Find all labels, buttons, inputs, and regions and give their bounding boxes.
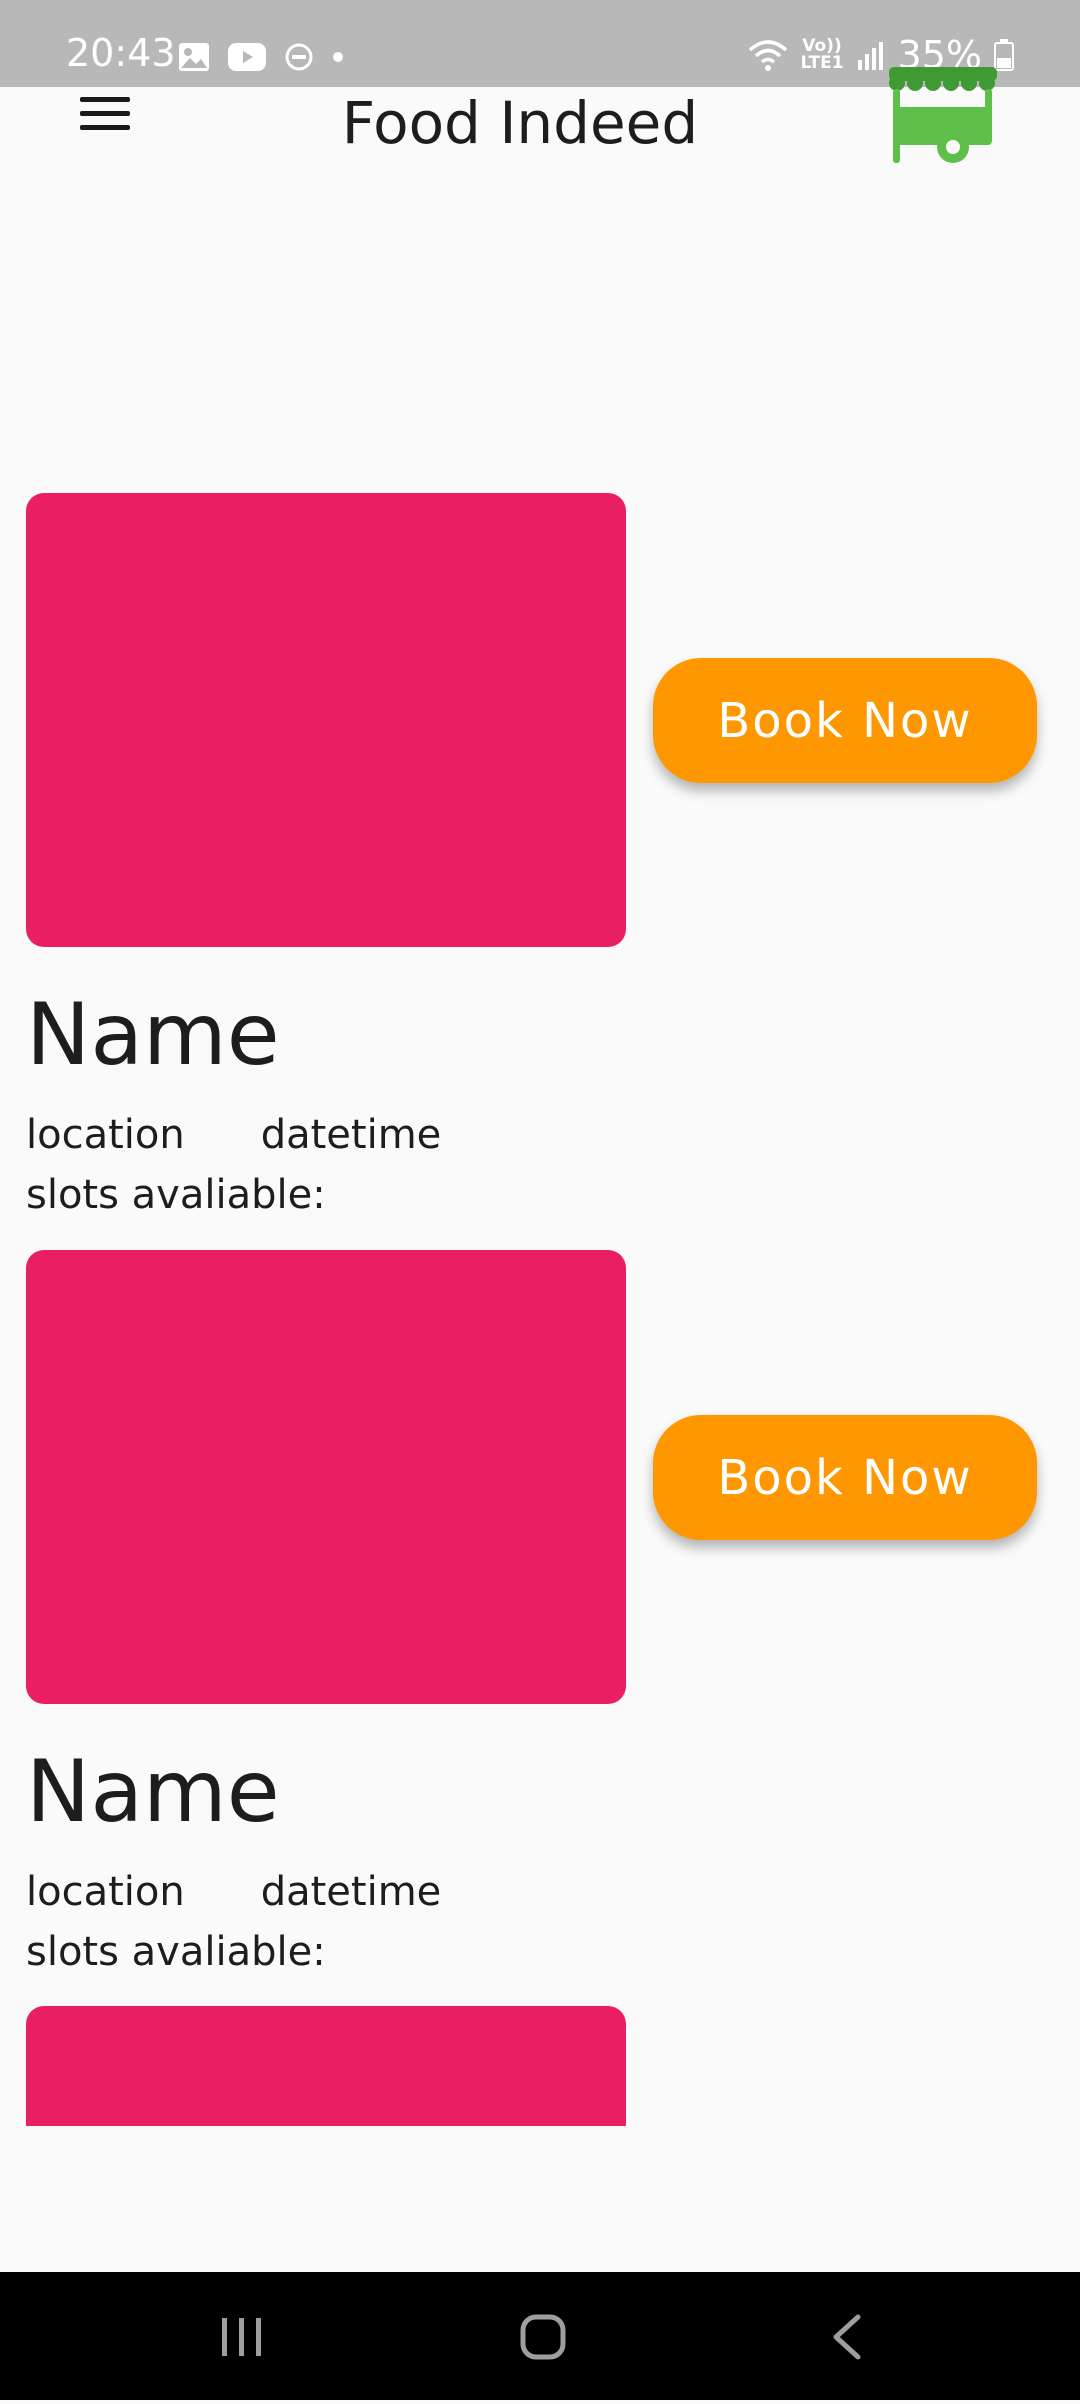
book-now-button[interactable]: Book Now xyxy=(653,1415,1037,1540)
event-card: Book Now Name location datetime slots ava… xyxy=(26,1250,1066,1990)
back-icon xyxy=(833,2314,861,2360)
book-now-button[interactable]: Book Now xyxy=(653,658,1037,783)
home-icon xyxy=(520,2314,566,2360)
event-location: location xyxy=(26,1112,185,1158)
system-nav-bar xyxy=(0,2272,1080,2400)
event-datetime: datetime xyxy=(260,1869,442,1915)
event-card: Book Now Name location datetime slots ava… xyxy=(26,493,1066,1233)
event-location: location xyxy=(26,1869,185,1915)
event-datetime: datetime xyxy=(260,1112,442,1158)
event-image[interactable] xyxy=(26,1250,626,1704)
app-bar: Food Indeed xyxy=(0,67,1080,207)
status-time: 20:43 xyxy=(66,31,176,75)
event-name: Name xyxy=(26,985,280,1085)
lte-label: LTE1 xyxy=(800,53,844,73)
event-meta: location datetime xyxy=(26,1866,441,1918)
lte-indicator: Vo)) LTE1 xyxy=(800,38,843,72)
food-cart-icon xyxy=(889,67,997,163)
recents-icon xyxy=(222,2318,261,2356)
event-slots: slots avaliable: xyxy=(26,1172,326,1218)
home-button[interactable] xyxy=(453,2272,633,2400)
notification-icons xyxy=(178,42,344,72)
event-slots: slots avaliable: xyxy=(26,1929,326,1975)
event-name: Name xyxy=(26,1742,280,1842)
event-image[interactable] xyxy=(26,493,626,947)
recents-button[interactable] xyxy=(152,2272,332,2400)
notification-dot-icon xyxy=(333,52,343,62)
event-image-partial[interactable] xyxy=(26,2006,626,2126)
signal-icon xyxy=(857,42,883,70)
event-meta: location datetime xyxy=(26,1109,441,1161)
gallery-icon xyxy=(179,43,209,71)
wifi-icon xyxy=(749,40,788,71)
do-not-disturb-icon xyxy=(285,43,313,71)
youtube-icon xyxy=(228,43,266,71)
back-button[interactable] xyxy=(756,2272,936,2400)
